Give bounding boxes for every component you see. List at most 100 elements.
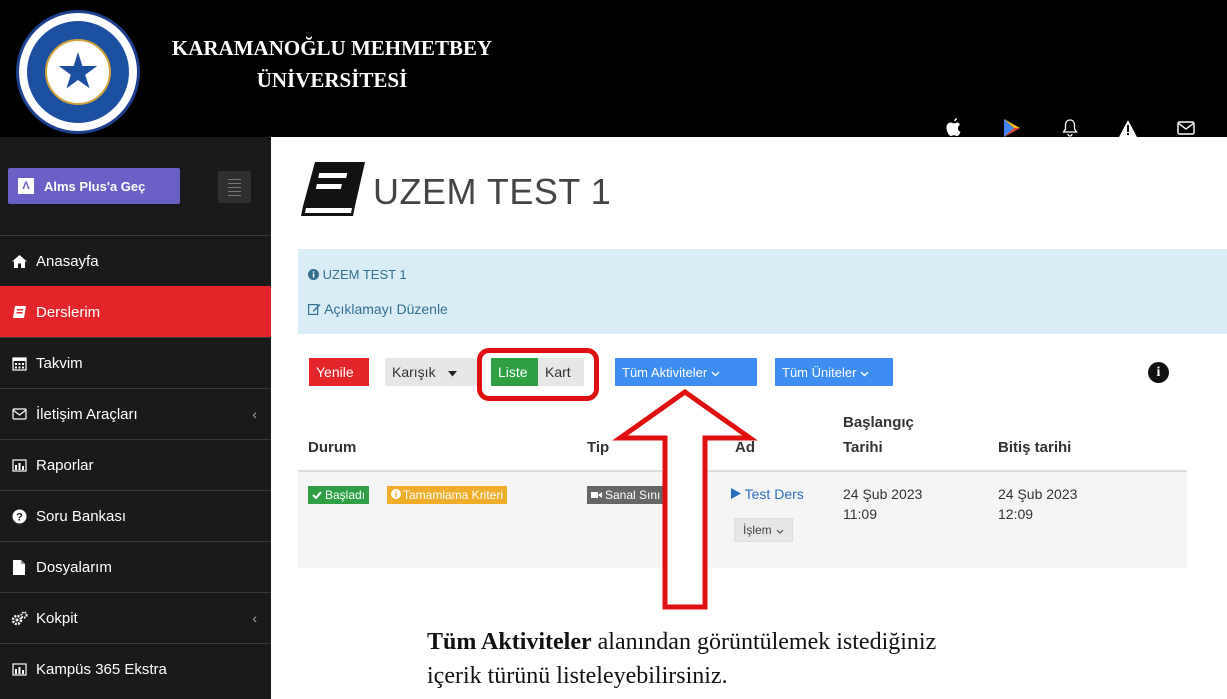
info-icon	[308, 267, 323, 282]
edit-description-link[interactable]: Açıklamayı Düzenle	[308, 301, 448, 317]
chart-icon	[10, 662, 28, 676]
sidebar-item-anasayfa[interactable]: Anasayfa	[0, 235, 271, 286]
header-icons	[925, 113, 1215, 143]
criteria-badge[interactable]: Tamamlama Kriteri	[387, 486, 508, 504]
activity-name-link[interactable]: Test Ders	[731, 484, 804, 504]
caption-line1: alanından görüntülemek istediğiniz	[591, 629, 937, 655]
sidebar-item-label: Dosyalarım	[36, 558, 112, 576]
mail-icon[interactable]	[1157, 113, 1215, 143]
sidebar-item-label: Anasayfa	[36, 252, 99, 270]
sidebar-item-label: Kokpit	[36, 609, 78, 627]
sidebar-item-label: Soru Bankası	[36, 507, 127, 525]
svg-text:?: ?	[16, 511, 23, 523]
gears-icon	[10, 610, 28, 626]
course-info-name: UZEM TEST 1	[308, 267, 407, 282]
status-badge-label: Başladı	[325, 488, 366, 502]
play-icon	[731, 486, 745, 502]
info-course-name: UZEM TEST 1	[322, 267, 407, 282]
all-units-label: Tüm Üniteler	[782, 364, 857, 380]
column-header-type[interactable]: Tip	[587, 438, 609, 458]
sidebar-item-takvim[interactable]: Takvim	[0, 337, 271, 388]
status-badge: Başladı	[308, 486, 370, 504]
mail-icon	[10, 408, 28, 420]
video-camera-icon	[591, 488, 602, 502]
sidebar-item-dosyalarim[interactable]: Dosyalarım	[0, 541, 271, 592]
sidebar-item-label: Kampüs 365 Ekstra	[36, 660, 167, 678]
sidebar-item-raporlar[interactable]: Raporlar	[0, 439, 271, 490]
all-activities-label: Tüm Aktiviteler	[622, 364, 708, 380]
sidebar-item-soru-bankasi[interactable]: ? Soru Bankası	[0, 490, 271, 541]
sidebar-item-derslerim[interactable]: Derslerim	[0, 286, 271, 337]
end-date: 24 Şub 2023	[998, 486, 1078, 502]
sidebar-item-label: Takvim	[36, 354, 83, 372]
annotation-caption: Tüm Aktiviteler alanından görüntülemek i…	[427, 625, 1187, 693]
chevron-down-icon	[860, 365, 869, 380]
column-header-status[interactable]: Durum	[308, 438, 356, 458]
sidebar-item-label: İletişim Araçları	[36, 405, 138, 423]
end-date-cell: 24 Şub 2023 12:09	[998, 484, 1077, 524]
type-badge: Sanal Sını	[587, 486, 679, 504]
sidebar-item-kampus-365[interactable]: Kampüs 365 Ekstra	[0, 643, 271, 694]
edit-description-label: Açıklamayı Düzenle	[324, 301, 448, 317]
book-icon	[301, 160, 367, 223]
sidebar-item-iletisim[interactable]: İletişim Araçları ‹	[0, 388, 271, 439]
action-label: İşlem	[743, 523, 772, 537]
caption-line2: içerik türünü listeleyebilirsiniz.	[427, 663, 728, 689]
menu-toggle-icon[interactable]	[218, 171, 251, 203]
activity-name-label: Test Ders	[744, 486, 804, 502]
chevron-down-icon	[776, 523, 784, 537]
sidebar: Λ Alms Plus'a Geç Anasayfa Derslerim Tak…	[0, 137, 271, 699]
check-icon	[312, 488, 322, 502]
warning-icon[interactable]	[1099, 113, 1157, 143]
university-logo[interactable]	[16, 10, 140, 134]
alms-plus-button[interactable]: Λ Alms Plus'a Geç	[8, 168, 180, 204]
sidebar-item-kokpit[interactable]: Kokpit ‹	[0, 592, 271, 643]
view-toggle-highlight	[477, 348, 599, 401]
column-header-end[interactable]: Bitiş tarihi	[998, 438, 1071, 458]
column-header-start-line2: Tarihi	[843, 439, 883, 456]
sidebar-item-label: Raporlar	[36, 456, 94, 474]
chart-icon	[10, 458, 28, 472]
column-header-start-line1: Başlangıç	[843, 414, 914, 431]
criteria-badge-label: Tamamlama Kriteri	[403, 488, 504, 502]
course-title: UZEM TEST 1	[373, 170, 612, 212]
home-icon	[10, 254, 28, 268]
all-units-dropdown[interactable]: Tüm Üniteler	[775, 358, 893, 386]
info-icon	[391, 488, 401, 502]
question-icon: ?	[10, 509, 28, 524]
calendar-icon	[10, 356, 28, 371]
university-name-line2: ÜNİVERSİTESİ	[256, 68, 408, 92]
file-icon	[10, 559, 28, 575]
column-header-start[interactable]: Başlangıç Tarihi	[843, 413, 914, 458]
type-badge-label: Sanal Sını	[605, 488, 661, 502]
page-title: UZEM TEST 1	[301, 160, 611, 223]
alms-plus-label: Alms Plus'a Geç	[44, 178, 146, 194]
chevron-left-icon: ‹	[252, 610, 257, 626]
sort-dropdown[interactable]: Karışık	[385, 358, 478, 386]
sidebar-item-label: Derslerim	[36, 303, 101, 321]
start-date-cell: 24 Şub 2023 11:09	[843, 484, 922, 524]
bell-icon[interactable]	[1041, 113, 1099, 143]
chevron-down-icon	[711, 365, 720, 380]
apple-icon[interactable]	[925, 113, 983, 143]
column-header-name[interactable]: Ad	[735, 438, 755, 458]
end-time: 12:09	[998, 506, 1034, 522]
university-name-line1: KARAMANOĞLU MEHMETBEY	[171, 36, 493, 60]
caption-bold: Tüm Aktiviteler	[427, 629, 592, 655]
chevron-left-icon: ‹	[252, 406, 257, 422]
start-time: 11:09	[843, 506, 877, 522]
all-activities-dropdown[interactable]: Tüm Aktiviteler	[615, 358, 757, 386]
start-date: 24 Şub 2023	[843, 486, 923, 502]
top-header: KARAMANOĞLU MEHMETBEY ÜNİVERSİTESİ	[0, 0, 1227, 137]
help-info-icon[interactable]: i	[1148, 362, 1169, 383]
action-dropdown[interactable]: İşlem	[734, 518, 793, 542]
university-name: KARAMANOĞLU MEHMETBEY ÜNİVERSİTESİ	[147, 32, 517, 96]
sort-label: Karışık	[392, 364, 436, 380]
caret-down-icon	[447, 364, 457, 380]
alms-plus-logo-icon: Λ	[18, 178, 34, 194]
course-info-panel: UZEM TEST 1 Açıklamayı Düzenle	[298, 249, 1227, 334]
edit-icon	[308, 301, 324, 317]
play-store-icon[interactable]	[983, 113, 1041, 143]
book-icon	[10, 305, 28, 320]
refresh-button[interactable]: Yenile	[309, 358, 369, 386]
